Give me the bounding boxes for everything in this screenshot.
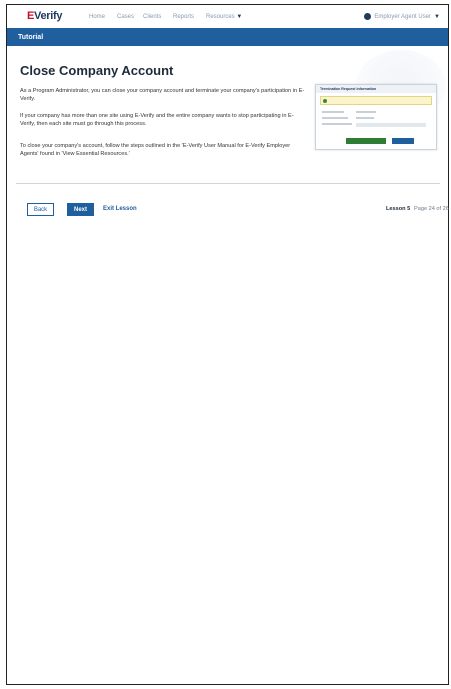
tutorial-bar: Tutorial: [7, 28, 448, 46]
page-indicator: Page 24 of 26: [414, 206, 449, 212]
tutorial-title: Tutorial: [18, 33, 44, 41]
thumbnail-alert: [320, 96, 432, 105]
thumbnail-select: [356, 123, 426, 127]
paragraph-1: As a Program Administrator, you can clos…: [20, 88, 305, 102]
top-nav: EVerify Home Cases Clients Reports Resou…: [7, 5, 448, 29]
thumbnail-field-label: [322, 111, 344, 113]
everify-logo[interactable]: EVerify: [27, 10, 63, 22]
exit-lesson-link[interactable]: Exit Lesson: [103, 206, 137, 212]
nav-home[interactable]: Home: [89, 14, 105, 20]
thumbnail-cancel-button: [392, 138, 414, 144]
screenshot-thumbnail: Termination Request Information: [315, 84, 437, 150]
paragraph-2: If your company has more than one site u…: [20, 113, 294, 127]
nav-reports[interactable]: Reports: [173, 14, 194, 20]
chevron-down-icon: ▼: [434, 13, 440, 20]
user-menu[interactable]: Employer Agent User ▼: [364, 13, 440, 20]
divider: [16, 183, 440, 184]
nav-cases[interactable]: Cases: [117, 14, 134, 20]
nav-resources[interactable]: Resources ▼: [206, 14, 242, 20]
thumbnail-field-value: [356, 111, 376, 113]
lesson-label: Lesson 5: [386, 206, 411, 212]
user-icon: [364, 13, 372, 20]
check-icon: [323, 98, 327, 103]
thumbnail-field-label: [322, 123, 352, 125]
chevron-down-icon: ▼: [236, 14, 243, 20]
nav-clients[interactable]: Clients: [143, 14, 161, 20]
back-button[interactable]: Back: [27, 203, 54, 216]
next-button[interactable]: Next: [67, 203, 94, 216]
page-title: Close Company Account: [20, 63, 174, 78]
thumbnail-field-value: [356, 117, 374, 119]
paragraph-3: To close your company's account, follow …: [20, 143, 291, 157]
thumbnail-field-label: [322, 117, 348, 119]
thumbnail-submit-button: [346, 138, 386, 144]
thumbnail-title: Termination Request Information: [316, 85, 436, 93]
